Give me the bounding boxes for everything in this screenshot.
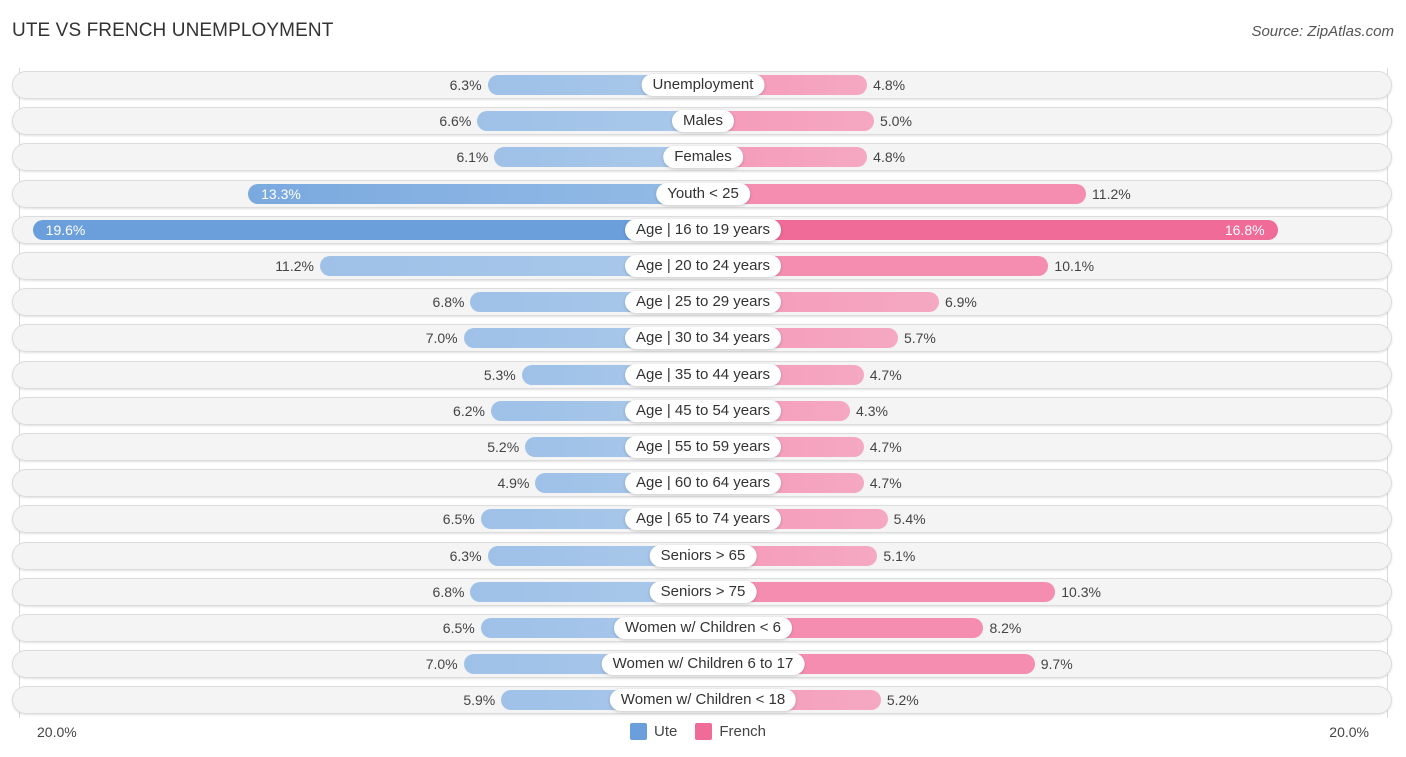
value-label-french: 5.0% — [880, 113, 912, 129]
value-label-ute: 4.9% — [497, 475, 530, 491]
value-label-ute: 5.3% — [483, 367, 516, 383]
legend-item-french[interactable]: French — [695, 723, 766, 740]
value-label-french: 4.3% — [856, 403, 888, 419]
value-label-french: 8.2% — [989, 620, 1022, 636]
value-label-french: 4.8% — [873, 149, 906, 165]
value-label-french: 11.2% — [1092, 186, 1131, 202]
bar-ute[interactable] — [248, 184, 703, 204]
bar-french[interactable] — [703, 184, 1087, 204]
value-label-ute: 13.3% — [261, 186, 301, 202]
bar-ute[interactable] — [32, 220, 703, 240]
category-label: Age | 16 to 19 years — [625, 219, 781, 241]
category-label: Females — [663, 146, 743, 168]
value-label-ute: 5.2% — [487, 439, 520, 455]
category-label: Age | 20 to 24 years — [625, 255, 781, 277]
category-label: Women w/ Children < 6 — [613, 617, 793, 639]
value-label-french: 5.2% — [886, 692, 919, 708]
category-label: Males — [671, 110, 735, 132]
value-label-french: 4.8% — [873, 77, 906, 93]
category-label: Age | 45 to 54 years — [625, 400, 781, 422]
value-label-french: 5.1% — [883, 548, 916, 564]
value-label-ute: 7.0% — [425, 656, 458, 672]
category-label: Seniors > 75 — [649, 581, 757, 603]
value-label-ute: 6.2% — [453, 403, 485, 419]
category-label: Youth < 25 — [656, 183, 750, 205]
value-label-ute: 6.3% — [449, 548, 482, 564]
bar-french[interactable] — [703, 220, 1278, 240]
legend-label-french: French — [719, 723, 767, 740]
category-label: Age | 55 to 59 years — [625, 436, 781, 458]
category-label: Age | 35 to 44 years — [625, 364, 781, 386]
legend-swatch-french — [695, 723, 713, 740]
category-label: Age | 30 to 34 years — [625, 327, 781, 349]
axis-label-left: 20.0% — [37, 724, 77, 740]
value-label-french: 4.7% — [869, 475, 902, 491]
value-label-ute: 11.2% — [275, 258, 314, 274]
category-label: Unemployment — [641, 74, 765, 96]
category-label: Seniors > 65 — [649, 545, 757, 567]
legend-item-ute[interactable]: Ute — [630, 723, 677, 740]
value-label-ute: 6.8% — [432, 584, 465, 600]
value-label-french: 10.1% — [1054, 258, 1095, 274]
chart-area: 6.3% 4.8% Unemployment 6.6% 5.0% Males 6.1% 4.8… — [0, 0, 1406, 757]
axis-label-right: 20.0% — [1329, 724, 1369, 740]
value-label-french: 5.4% — [893, 511, 926, 527]
value-label-ute: 19.6% — [45, 222, 86, 238]
value-label-french: 5.7% — [903, 330, 936, 346]
value-label-ute: 6.8% — [432, 294, 465, 310]
legend-label-ute: Ute — [654, 723, 678, 740]
value-label-french: 16.8% — [1224, 222, 1265, 238]
value-label-french: 4.7% — [869, 367, 902, 383]
value-label-ute: 6.1% — [456, 149, 489, 165]
value-label-french: 4.7% — [869, 439, 902, 455]
category-label: Age | 65 to 74 years — [625, 508, 781, 530]
value-label-ute: 6.5% — [442, 511, 475, 527]
category-label: Age | 25 to 29 years — [625, 291, 781, 313]
value-label-french: 9.7% — [1040, 656, 1073, 672]
category-label: Women w/ Children < 18 — [609, 689, 797, 711]
value-label-french: 6.9% — [944, 294, 977, 310]
legend-swatch-ute — [630, 723, 647, 740]
category-label: Women w/ Children 6 to 17 — [601, 653, 805, 675]
legend: Ute French — [630, 723, 784, 740]
category-label: Age | 60 to 64 years — [625, 472, 781, 494]
value-label-ute: 7.0% — [425, 330, 458, 346]
value-label-ute: 6.6% — [439, 113, 472, 129]
value-label-ute: 6.5% — [442, 620, 475, 636]
value-label-ute: 6.3% — [449, 77, 482, 93]
value-label-french: 10.3% — [1061, 584, 1101, 600]
value-label-ute: 5.9% — [463, 692, 496, 708]
bar-ute[interactable] — [477, 111, 703, 131]
